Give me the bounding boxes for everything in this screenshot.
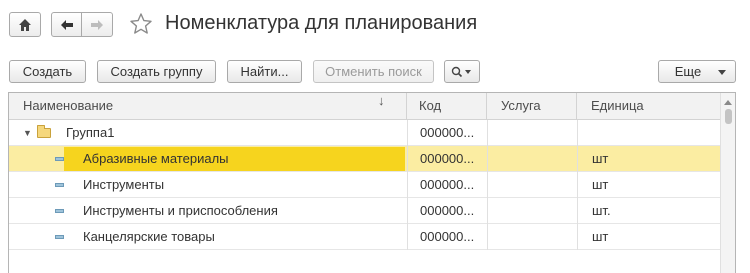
row-code: 000000...	[407, 172, 487, 198]
row-unit: шт	[577, 172, 720, 198]
item-icon	[55, 157, 64, 161]
more-button[interactable]: Еще	[658, 60, 736, 83]
create-button[interactable]: Создать	[9, 60, 86, 83]
table-row-selected[interactable]: Абразивные материалы 000000... шт	[9, 146, 720, 172]
item-icon	[55, 183, 64, 187]
row-unit: шт	[577, 224, 720, 250]
create-group-button[interactable]: Создать группу	[97, 60, 216, 83]
vertical-scrollbar[interactable]	[720, 93, 735, 273]
forward-button[interactable]	[81, 12, 113, 37]
column-header-name[interactable]: Наименование	[9, 93, 407, 120]
item-icon	[55, 235, 64, 239]
row-unit: шт.	[577, 198, 720, 224]
back-button[interactable]	[51, 12, 82, 37]
table-header: Наименование ↓ Код Услуга Единица	[9, 93, 720, 120]
sort-descending-icon: ↓	[378, 93, 385, 108]
row-code: 000000...	[407, 146, 487, 172]
star-icon[interactable]	[129, 12, 153, 36]
arrow-right-icon	[91, 19, 103, 30]
row-service	[487, 172, 577, 198]
table-row[interactable]: Канцелярские товары 000000... шт	[9, 224, 720, 250]
home-icon	[19, 18, 31, 31]
row-service	[487, 198, 577, 224]
row-service	[487, 120, 577, 146]
row-name: Инструменты и приспособления	[83, 203, 278, 218]
item-icon	[55, 209, 64, 213]
nomenclature-table: Наименование ↓ Код Услуга Единица ▼ Груп…	[8, 92, 736, 273]
row-name: Группа1	[66, 125, 115, 140]
page-title: Номенклатура для планирования	[165, 12, 478, 34]
row-service	[487, 146, 577, 172]
row-code: 000000...	[407, 224, 487, 250]
scroll-thumb[interactable]	[725, 109, 732, 124]
column-header-service[interactable]: Услуга	[487, 93, 577, 120]
column-header-unit[interactable]: Единица	[577, 93, 720, 120]
row-code: 000000...	[407, 120, 487, 146]
row-name: Канцелярские товары	[83, 229, 215, 244]
row-unit: шт	[577, 146, 720, 172]
row-service	[487, 224, 577, 250]
row-name: Абразивные материалы	[83, 151, 229, 166]
row-unit	[577, 120, 720, 146]
cancel-search-button[interactable]: Отменить поиск	[313, 60, 434, 83]
column-header-code[interactable]: Код	[407, 93, 487, 120]
table-row[interactable]: Инструменты 000000... шт	[9, 172, 720, 198]
row-code: 000000...	[407, 198, 487, 224]
chevron-down-icon	[718, 70, 726, 75]
home-button[interactable]	[9, 12, 41, 37]
search-dropdown-button[interactable]	[444, 60, 480, 83]
table-row-group[interactable]: ▼ Группа1 000000...	[9, 120, 720, 146]
expand-toggle-icon[interactable]: ▼	[23, 120, 32, 146]
search-icon	[451, 66, 471, 77]
more-button-label: Еще	[674, 64, 702, 79]
title-bar: Номенклатура для планирования	[0, 0, 750, 50]
row-name: Инструменты	[83, 177, 165, 192]
folder-icon	[37, 125, 51, 138]
scroll-up-icon[interactable]	[724, 100, 732, 105]
arrow-left-icon	[60, 19, 73, 30]
table-row[interactable]: Инструменты и приспособления 000000... ш…	[9, 198, 720, 224]
find-button[interactable]: Найти...	[227, 60, 302, 83]
